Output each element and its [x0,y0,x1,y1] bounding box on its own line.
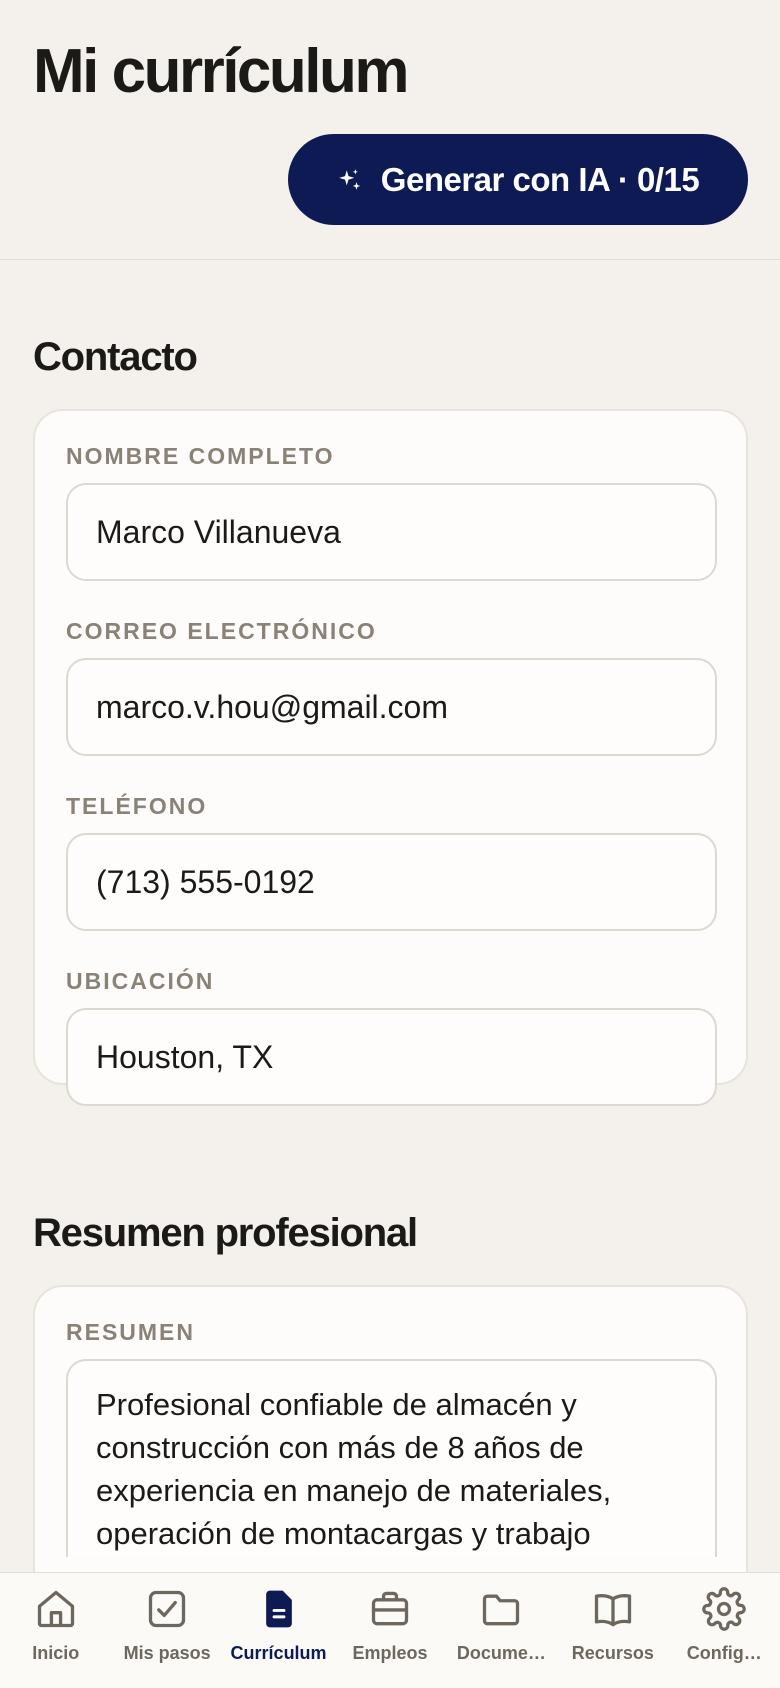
field-label-summary: RESUMEN [66,1319,196,1345]
resume-page: Mi currículum Generar con IA · 0/15 Cont… [0,0,780,1688]
nav-item-empleos[interactable]: Empleos [334,1573,445,1688]
nav-label-empleos: Empleos [352,1643,428,1663]
field-label-full-name: NOMBRE COMPLETO [66,443,335,469]
contact-card: NOMBRE COMPLETO Marco Villanueva CORREO … [33,409,748,1106]
field-label-phone: TELÉFONO [66,793,208,819]
summary-textarea[interactable]: Profesional confiable de almacén y const… [66,1359,717,1557]
sparkle-icon [338,168,361,190]
folder-icon [483,1594,520,1626]
nav-item-config[interactable]: Config… [669,1573,780,1688]
section-title-summary: Resumen profesional [33,1211,418,1255]
page-title: Mi currículum [33,37,410,106]
nav-label-config: Config… [686,1643,762,1663]
nav-item-curriculum[interactable]: Currículum [223,1573,334,1688]
nav-label-mis-pasos: Mis pasos [123,1643,211,1663]
generate-ai-label: Generar con IA · 0/15 [380,160,700,198]
checkbox-icon [148,1590,186,1628]
bottom-navigation: Inicio Mis pasos Currículum Empleos Docu… [0,1572,780,1688]
nav-label-documentos: Docume… [456,1643,546,1663]
location-input[interactable]: Houston, TX [66,1008,717,1106]
gear-icon [702,1587,747,1631]
nav-item-documentos[interactable]: Docume… [446,1573,557,1688]
nav-label-curriculum: Currículum [230,1643,327,1663]
section-title-contact: Contacto [33,335,198,379]
nav-label-recursos: Recursos [571,1643,654,1663]
nav-item-mis-pasos[interactable]: Mis pasos [111,1573,222,1688]
document-icon [265,1590,292,1628]
briefcase-icon [371,1591,409,1626]
field-label-email: CORREO ELECTRÓNICO [66,618,377,644]
nav-label-inicio: Inicio [32,1643,80,1663]
field-label-location: UBICACIÓN [66,968,215,994]
full-name-input[interactable]: Marco Villanueva [66,483,717,581]
nav-item-inicio[interactable]: Inicio [0,1573,111,1688]
generate-ai-button[interactable]: Generar con IA · 0/15 [288,134,748,225]
phone-input[interactable]: (713) 555-0192 [66,833,717,931]
home-icon [37,1590,74,1628]
nav-item-recursos[interactable]: Recursos [557,1573,668,1688]
page-header: Mi currículum Generar con IA · 0/15 [0,0,780,260]
email-input[interactable]: marco.v.hou@gmail.com [66,658,717,756]
book-icon [594,1594,631,1627]
